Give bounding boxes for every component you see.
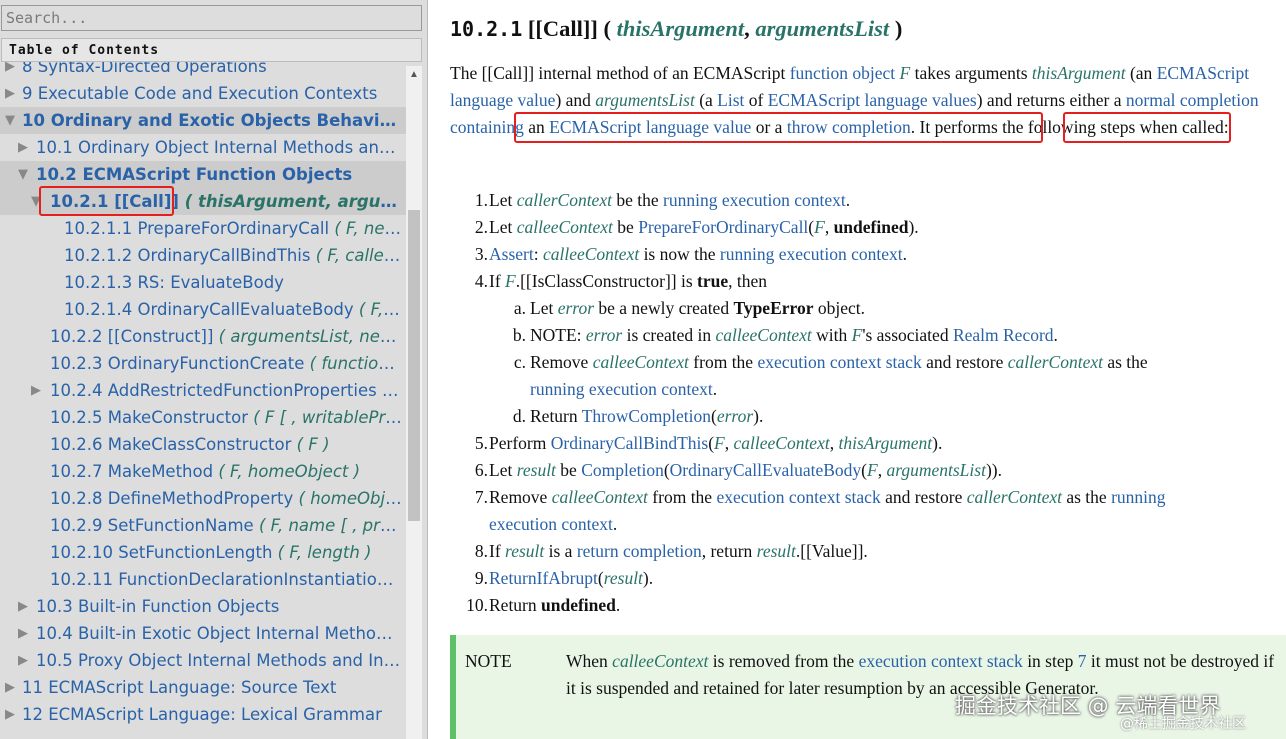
- link-running[interactable]: running: [1111, 487, 1165, 507]
- link-returnifabrupt[interactable]: ReturnIfAbrupt: [489, 568, 598, 588]
- note-label: NOTE: [465, 651, 512, 671]
- link-running-execution-context-3[interactable]: running execution context: [530, 379, 713, 399]
- toc-item-10-2-2[interactable]: 10.2.2 [[Construct]] ( argumentsList, ne…: [0, 323, 406, 350]
- toc-item-10-2-8[interactable]: 10.2.8 DefineMethodProperty ( homeObject…: [0, 485, 406, 512]
- link-prepareforordinarycall[interactable]: PrepareForOrdinaryCall: [638, 217, 808, 237]
- link-ecmascript-language-value-2[interactable]: ECMAScript language value: [549, 117, 751, 137]
- scroll-thumb[interactable]: [408, 210, 420, 521]
- toc-item-10-2-1[interactable]: ▼ 10.2.1 [[Call]] ( thisArgument, argume…: [0, 188, 406, 215]
- toc-sidebar: Table of Contents ▶ 8 Syntax-Directed Op…: [0, 0, 428, 739]
- link-realm-record[interactable]: Realm Record: [953, 325, 1054, 345]
- link-ordinarycallbindthis[interactable]: OrdinaryCallBindThis: [551, 433, 708, 453]
- chevron-right-icon[interactable]: ▶: [17, 593, 29, 620]
- toc-item-10-2-1-4[interactable]: 10.2.1.4 OrdinaryCallEvaluateBody ( F, a…: [0, 296, 406, 323]
- toc-item-10-5[interactable]: ▶ 10.5 Proxy Object Internal Methods and…: [0, 647, 406, 674]
- link-running-execution-context-2[interactable]: running execution context: [720, 244, 903, 264]
- link-list[interactable]: List: [717, 90, 744, 110]
- toc-item-9[interactable]: ▶ 9 Executable Code and Execution Contex…: [0, 80, 406, 107]
- toc-item-10-2-1-2[interactable]: 10.2.1.2 OrdinaryCallBindThis ( F, calle…: [0, 242, 406, 269]
- link-completion[interactable]: Completion: [581, 460, 664, 480]
- toc-item-10-2-4[interactable]: ▶ 10.2.4 AddRestrictedFunctionProperties…: [0, 377, 406, 404]
- watermark-sub: @稀土掘金技术社区: [1120, 716, 1246, 732]
- toc-item-10-2-6[interactable]: 10.2.6 MakeClassConstructor ( F ): [0, 431, 406, 458]
- chevron-right-icon[interactable]: ▶: [4, 674, 16, 701]
- link-throw-completion[interactable]: throw completion: [787, 117, 911, 137]
- chevron-right-icon[interactable]: ▶: [17, 134, 29, 161]
- toc-item-10[interactable]: ▼ 10 Ordinary and Exotic Objects Behavio…: [0, 107, 406, 134]
- link-execution-context[interactable]: execution context: [489, 514, 613, 534]
- intro-paragraph: The [[Call]] internal method of an ECMAS…: [450, 63, 1259, 137]
- link-execution-context-stack-2[interactable]: execution context stack: [716, 487, 880, 507]
- toc-item-11[interactable]: ▶ 11 ECMAScript Language: Source Text: [0, 674, 406, 701]
- toc-item-10-1[interactable]: ▶ 10.1 Ordinary Object Internal Methods …: [0, 134, 406, 161]
- toc-item-10-2-5[interactable]: 10.2.5 MakeConstructor ( F [ , writableP…: [0, 404, 406, 431]
- main-content: 10.2.1 [[Call]] ( thisArgument, argument…: [429, 0, 1286, 739]
- chevron-down-icon[interactable]: ▼: [4, 107, 16, 134]
- toc-item-10-3[interactable]: ▶ 10.3 Built-in Function Objects: [0, 593, 406, 620]
- chevron-right-icon[interactable]: ▶: [17, 647, 29, 674]
- chevron-down-icon[interactable]: ▼: [30, 188, 42, 215]
- link-step-7[interactable]: 7: [1078, 651, 1087, 671]
- toc-item-10-2-11[interactable]: 10.2.11 FunctionDeclarationInstantiation…: [0, 566, 406, 593]
- toc-item-10-2[interactable]: ▼ 10.2 ECMAScript Function Objects: [0, 161, 406, 188]
- link-function-object[interactable]: function object: [790, 63, 895, 83]
- toc-list: ▶ 8 Syntax-Directed Operations ▶ 9 Execu…: [0, 62, 406, 739]
- link-ecmascript-language-values[interactable]: ECMAScript language values: [768, 90, 977, 110]
- toc-item-10-2-3[interactable]: 10.2.3 OrdinaryFunctionCreate ( function…: [0, 350, 406, 377]
- toc-item-10-2-1-1[interactable]: 10.2.1.1 PrepareForOrdinaryCall ( F, new…: [0, 215, 406, 242]
- link-assert[interactable]: Assert: [489, 244, 534, 264]
- page-title: 10.2.1 [[Call]] ( thisArgument, argument…: [450, 16, 903, 41]
- scroll-up-arrow-icon[interactable]: ▲: [406, 66, 422, 84]
- toc-item-10-4[interactable]: ▶ 10.4 Built-in Exotic Object Internal M…: [0, 620, 406, 647]
- link-return-completion[interactable]: return completion: [577, 541, 702, 561]
- chevron-down-icon[interactable]: ▼: [17, 161, 29, 188]
- toc-item-10-2-1-3[interactable]: 10.2.1.3 RS: EvaluateBody: [0, 269, 406, 296]
- toc-item-12[interactable]: ▶ 12 ECMAScript Language: Lexical Gramma…: [0, 701, 406, 728]
- search-input[interactable]: [1, 5, 422, 31]
- chevron-right-icon[interactable]: ▶: [4, 701, 16, 728]
- toc-item-10-2-9[interactable]: 10.2.9 SetFunctionName ( F, name [ , pre…: [0, 512, 406, 539]
- toc-item-8[interactable]: ▶ 8 Syntax-Directed Operations: [0, 62, 406, 80]
- chevron-right-icon[interactable]: ▶: [4, 62, 16, 80]
- toc-scrollbar[interactable]: ▲: [406, 66, 422, 739]
- link-throwcompletion[interactable]: ThrowCompletion: [582, 406, 711, 426]
- chevron-right-icon[interactable]: ▶: [4, 80, 16, 107]
- chevron-right-icon[interactable]: ▶: [30, 377, 42, 404]
- link-ordinarycallevaluatebody[interactable]: OrdinaryCallEvaluateBody: [670, 460, 861, 480]
- toc-item-10-2-7[interactable]: 10.2.7 MakeMethod ( F, homeObject ): [0, 458, 406, 485]
- link-execution-context-stack-3[interactable]: execution context stack: [859, 651, 1023, 671]
- toc-heading: Table of Contents: [1, 38, 422, 62]
- toc-item-10-2-10[interactable]: 10.2.10 SetFunctionLength ( F, length ): [0, 539, 406, 566]
- chevron-right-icon[interactable]: ▶: [17, 620, 29, 647]
- link-running-execution-context[interactable]: running execution context: [663, 190, 846, 210]
- link-execution-context-stack[interactable]: execution context stack: [757, 352, 921, 372]
